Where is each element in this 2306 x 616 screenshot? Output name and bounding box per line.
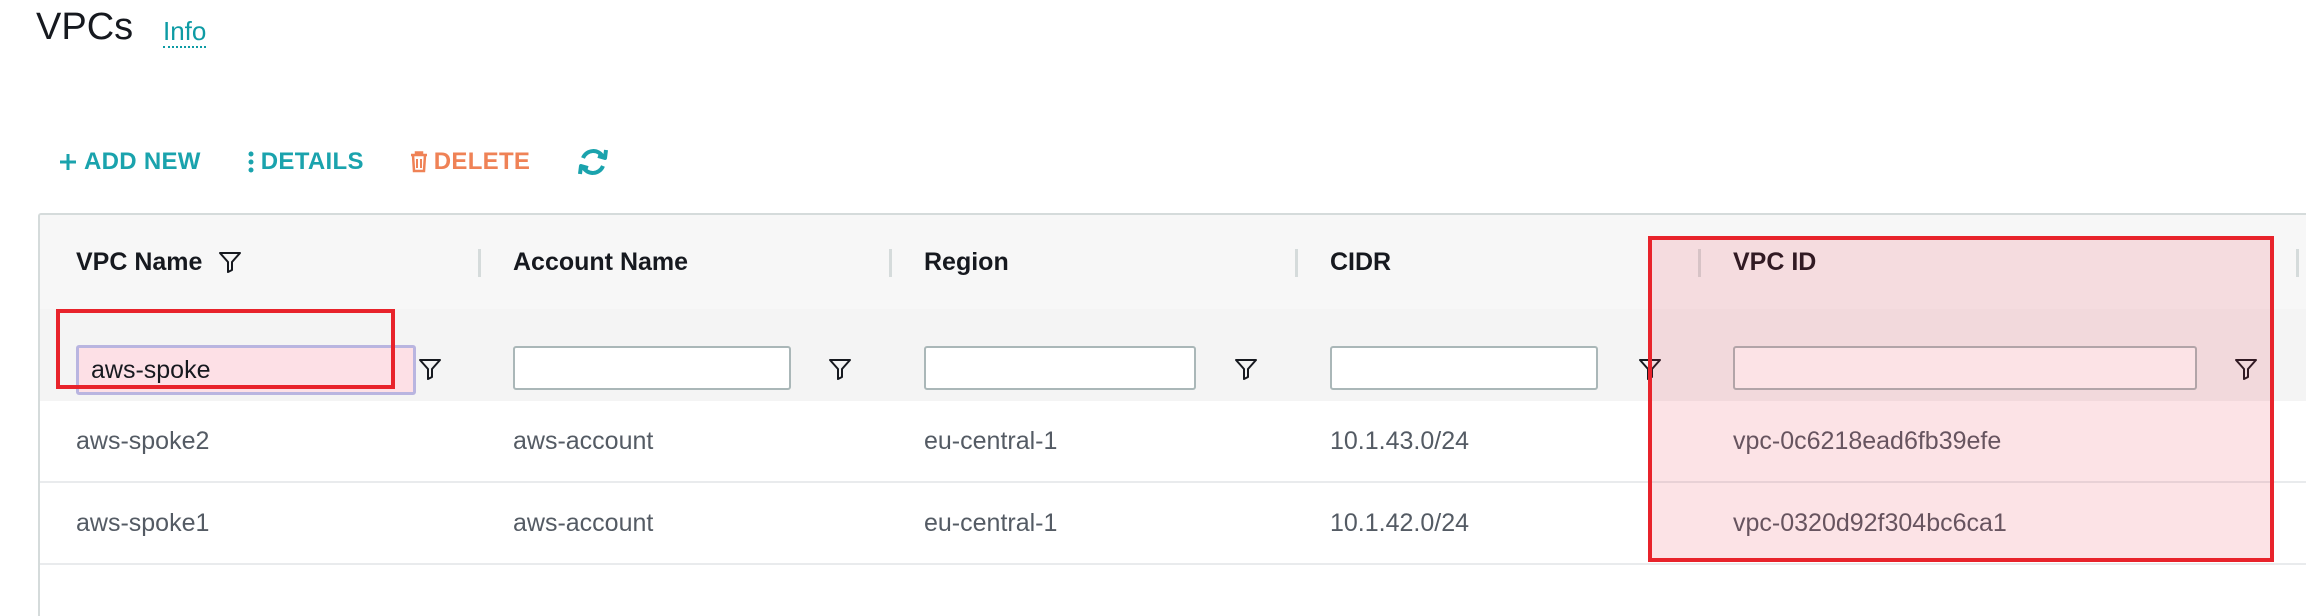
trash-icon — [410, 151, 428, 173]
column-header-account-name[interactable]: Account Name — [513, 215, 688, 309]
info-link[interactable]: Info — [163, 16, 207, 48]
filter-icon[interactable] — [416, 355, 444, 383]
cell-vpc-id: vpc-0320d92f304bc6ca1 — [1733, 508, 2007, 537]
column-header-cidr[interactable]: CIDR — [1330, 215, 1391, 309]
column-header-region[interactable]: Region — [924, 215, 1009, 309]
cell-vpc-name: aws-spoke1 — [76, 508, 210, 537]
cidr-filter-input[interactable] — [1330, 346, 1598, 390]
region-filter-input[interactable] — [924, 346, 1196, 390]
cell-account-name: aws-account — [513, 508, 654, 537]
column-label: VPC Name — [76, 247, 203, 276]
column-header-vpc-name[interactable]: VPC Name — [76, 215, 242, 309]
add-new-label: ADD NEW — [84, 148, 201, 175]
vpc-id-filter-input[interactable] — [1733, 346, 2197, 390]
cell-cidr: 10.1.43.0/24 — [1330, 426, 1470, 455]
account-name-filter-input[interactable] — [513, 346, 791, 390]
filter-icon[interactable] — [826, 355, 854, 383]
column-label: VPC ID — [1733, 247, 1817, 276]
delete-button[interactable]: DELETE — [410, 148, 530, 176]
more-vertical-icon — [247, 151, 255, 173]
details-label: DETAILS — [260, 148, 364, 175]
table-row[interactable]: aws-spoke1 aws-account eu-central-1 10.1… — [40, 483, 2306, 565]
cell-account-name: aws-account — [513, 426, 654, 455]
column-resizer[interactable] — [1698, 249, 1701, 277]
column-header-vpc-id[interactable]: VPC ID — [1733, 215, 1816, 309]
page-title: VPCs — [36, 6, 134, 48]
column-label: Region — [924, 247, 1009, 276]
cell-region: eu-central-1 — [924, 508, 1058, 537]
toolbar: ADD NEW DETAILS DELETE — [58, 142, 610, 182]
add-new-button[interactable]: ADD NEW — [58, 148, 201, 176]
column-resizer[interactable] — [889, 249, 892, 277]
filter-row — [40, 309, 2306, 403]
column-resizer[interactable] — [478, 249, 481, 277]
plus-icon — [58, 152, 78, 172]
vpc-name-filter-input[interactable] — [76, 345, 416, 395]
refresh-icon[interactable] — [576, 145, 610, 179]
table-header: VPC Name Account Name Region CIDR VPC ID — [40, 215, 2306, 311]
filter-icon[interactable] — [2232, 355, 2260, 383]
cell-vpc-id: vpc-0c6218ead6fb39efe — [1733, 426, 2002, 455]
filter-active-icon[interactable] — [218, 250, 242, 274]
delete-label: DELETE — [433, 148, 531, 175]
details-button[interactable]: DETAILS — [247, 148, 364, 176]
filter-icon[interactable] — [1232, 355, 1260, 383]
column-label: Account Name — [513, 247, 689, 276]
cell-vpc-name: aws-spoke2 — [76, 426, 210, 455]
column-resizer[interactable] — [1295, 249, 1298, 277]
cell-region: eu-central-1 — [924, 426, 1058, 455]
cell-cidr: 10.1.42.0/24 — [1330, 508, 1470, 537]
table-row[interactable]: aws-spoke2 aws-account eu-central-1 10.1… — [40, 401, 2306, 483]
filter-icon[interactable] — [1636, 355, 1664, 383]
column-label: CIDR — [1330, 247, 1392, 276]
vpc-table: VPC Name Account Name Region CIDR VPC ID — [38, 213, 2306, 616]
column-resizer[interactable] — [2296, 249, 2299, 277]
